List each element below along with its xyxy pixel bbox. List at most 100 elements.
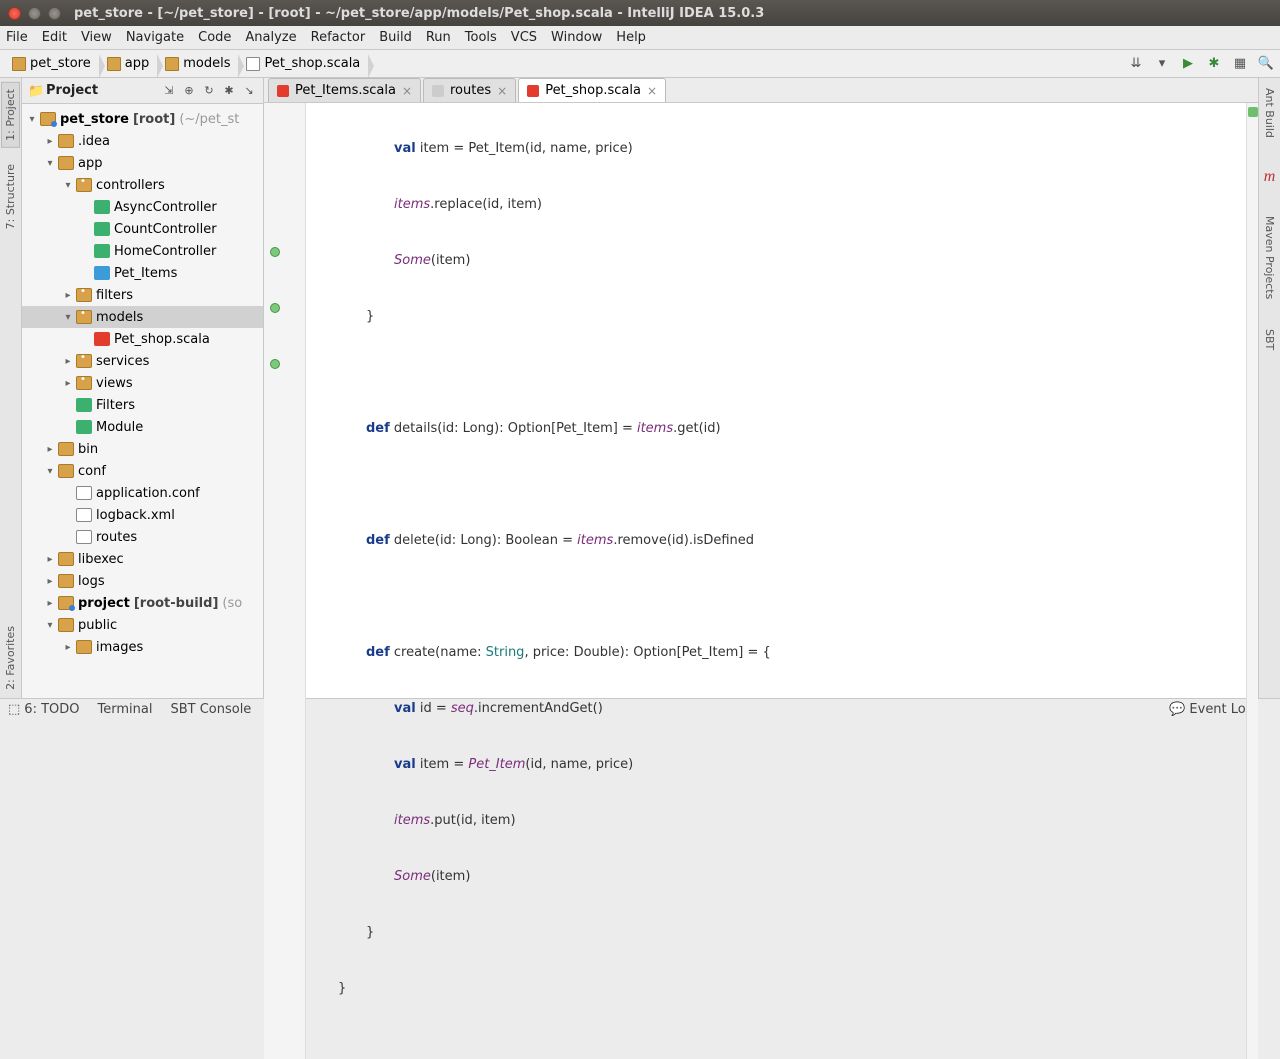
tool-sbt[interactable]: SBT — [1263, 329, 1276, 350]
folder-icon — [76, 640, 92, 654]
tab-pet-items[interactable]: Pet_Items.scala× — [268, 78, 421, 102]
tree-petitems[interactable]: Pet_Items — [22, 262, 263, 284]
crumb-file[interactable]: Pet_shop.scala — [240, 54, 368, 73]
tool-todo[interactable]: ⬚ 6: TODO — [8, 702, 80, 717]
code-editor[interactable]: val item = Pet_Item(id, name, price) ite… — [306, 103, 1246, 1059]
tool-project[interactable]: 1: Project — [1, 82, 20, 148]
tab-routes[interactable]: routes× — [423, 78, 516, 102]
module-icon — [58, 596, 74, 610]
close-icon[interactable]: × — [647, 84, 657, 98]
crumb-app[interactable]: app — [101, 54, 157, 73]
menu-code[interactable]: Code — [198, 30, 231, 45]
file-icon — [246, 57, 260, 71]
menu-tools[interactable]: Tools — [465, 30, 497, 45]
tree-filters[interactable]: ▸filters — [22, 284, 263, 306]
menu-file[interactable]: File — [6, 30, 28, 45]
package-icon — [76, 354, 92, 368]
crumb-models[interactable]: models — [159, 54, 238, 73]
package-icon — [76, 310, 92, 324]
tree-public[interactable]: ▾public — [22, 614, 263, 636]
project-pane-title: Project — [46, 83, 157, 98]
maven-icon[interactable]: m — [1264, 168, 1276, 186]
tree-services[interactable]: ▸services — [22, 350, 263, 372]
close-icon[interactable]: × — [497, 84, 507, 98]
tree-homecontroller[interactable]: HomeController — [22, 240, 263, 262]
collapse-all-icon[interactable]: ⇲ — [161, 83, 177, 99]
class-icon — [94, 222, 110, 236]
project-structure-icon[interactable]: ▦ — [1232, 56, 1248, 72]
window-maximize-button[interactable] — [48, 7, 61, 20]
project-view-icon: 📁 — [28, 84, 42, 98]
tool-structure[interactable]: 7: Structure — [4, 164, 17, 229]
module-icon — [40, 112, 56, 126]
tree-views[interactable]: ▸views — [22, 372, 263, 394]
package-icon — [76, 288, 92, 302]
folder-icon — [58, 574, 74, 588]
tree-idea[interactable]: ▸.idea — [22, 130, 263, 152]
tree-app[interactable]: ▾app — [22, 152, 263, 174]
tool-ant-build[interactable]: Ant Build — [1263, 88, 1276, 138]
tool-sbt-console[interactable]: SBT Console — [170, 702, 251, 717]
make-project-icon[interactable]: ⇊ — [1128, 56, 1144, 72]
file-icon — [76, 530, 92, 544]
tree-controllers[interactable]: ▾controllers — [22, 174, 263, 196]
menu-analyze[interactable]: Analyze — [245, 30, 296, 45]
tab-pet-shop[interactable]: Pet_shop.scala× — [518, 78, 666, 102]
menu-build[interactable]: Build — [379, 30, 412, 45]
folder-icon — [165, 57, 179, 71]
tree-images[interactable]: ▸images — [22, 636, 263, 658]
settings-icon[interactable]: ✱ — [221, 83, 237, 99]
tool-favorites[interactable]: 2: Favorites — [4, 626, 17, 690]
tree-logs[interactable]: ▸logs — [22, 570, 263, 592]
tree-asynccontroller[interactable]: AsyncController — [22, 196, 263, 218]
folder-icon — [12, 57, 26, 71]
hide-icon[interactable]: ↘ — [241, 83, 257, 99]
tree-libexec[interactable]: ▸libexec — [22, 548, 263, 570]
menu-help[interactable]: Help — [616, 30, 646, 45]
project-tree[interactable]: ▾pet_store[root](~/pet_st ▸.idea ▾app ▾c… — [22, 104, 263, 698]
class-icon — [94, 244, 110, 258]
scroll-from-source-icon[interactable]: ⊕ — [181, 83, 197, 99]
gutter-method-icon[interactable] — [270, 303, 280, 313]
menu-navigate[interactable]: Navigate — [126, 30, 184, 45]
tree-models[interactable]: ▾models — [22, 306, 263, 328]
tool-maven[interactable]: Maven Projects — [1263, 216, 1276, 299]
tree-project[interactable]: ▸project[root-build](so — [22, 592, 263, 614]
tree-bin[interactable]: ▸bin — [22, 438, 263, 460]
menu-run[interactable]: Run — [426, 30, 451, 45]
tree-countcontroller[interactable]: CountController — [22, 218, 263, 240]
error-stripe[interactable] — [1246, 103, 1258, 1059]
search-everywhere-icon[interactable]: 🔍 — [1258, 56, 1274, 72]
menu-window[interactable]: Window — [551, 30, 602, 45]
editor-gutter[interactable] — [264, 103, 306, 1059]
tree-module[interactable]: Module — [22, 416, 263, 438]
gutter-method-icon[interactable] — [270, 247, 280, 257]
run-config-dropdown[interactable]: ▾ — [1154, 56, 1170, 72]
tool-terminal[interactable]: Terminal — [98, 702, 153, 717]
tree-conf[interactable]: ▾conf — [22, 460, 263, 482]
debug-icon[interactable]: ✱ — [1206, 56, 1222, 72]
run-icon[interactable]: ▶ — [1180, 56, 1196, 72]
folder-icon — [58, 156, 74, 170]
tree-routes[interactable]: routes — [22, 526, 263, 548]
tree-root[interactable]: ▾pet_store[root](~/pet_st — [22, 108, 263, 130]
gutter-method-icon[interactable] — [270, 359, 280, 369]
tree-petshop[interactable]: Pet_shop.scala — [22, 328, 263, 350]
menubar: File Edit View Navigate Code Analyze Ref… — [0, 26, 1280, 50]
tree-appconf[interactable]: application.conf — [22, 482, 263, 504]
folder-icon — [107, 57, 121, 71]
expand-icon[interactable]: ↻ — [201, 83, 217, 99]
crumb-project[interactable]: pet_store — [6, 54, 99, 73]
right-tool-stripe: Ant Build m Maven Projects SBT — [1258, 78, 1280, 698]
window-close-button[interactable] — [8, 7, 21, 20]
object-icon — [94, 266, 110, 280]
menu-vcs[interactable]: VCS — [511, 30, 537, 45]
tree-logback[interactable]: logback.xml — [22, 504, 263, 526]
menu-refactor[interactable]: Refactor — [311, 30, 366, 45]
window-minimize-button[interactable] — [28, 7, 41, 20]
menu-view[interactable]: View — [81, 30, 112, 45]
close-icon[interactable]: × — [402, 84, 412, 98]
tree-filters-class[interactable]: Filters — [22, 394, 263, 416]
window-title: pet_store - [~/pet_store] - [root] - ~/p… — [74, 6, 764, 21]
menu-edit[interactable]: Edit — [42, 30, 67, 45]
